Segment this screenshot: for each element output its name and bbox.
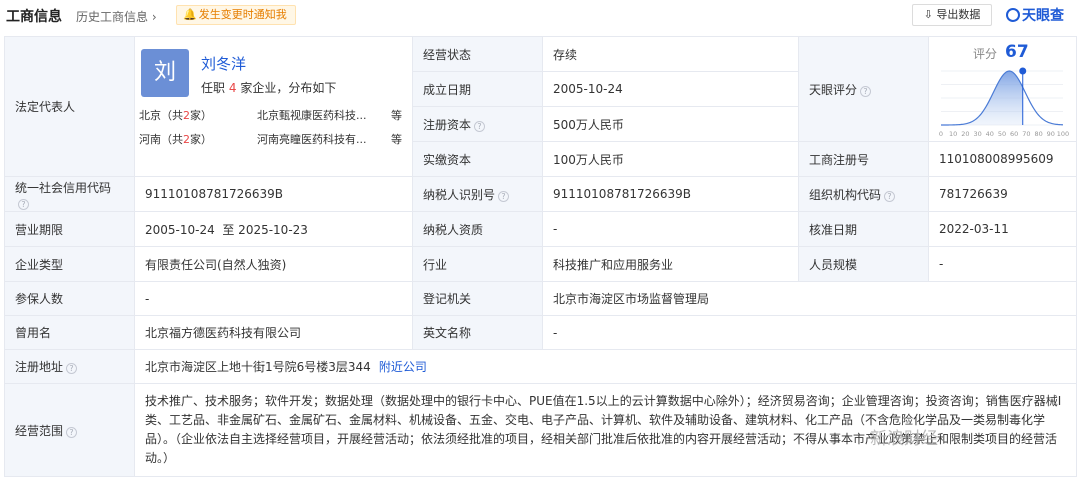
paid-capital-value: 100万人民币 <box>542 141 799 177</box>
tianyan-score-label: 天眼评分? <box>798 36 929 142</box>
taxpayer-qual-label: 纳税人资质 <box>412 211 543 247</box>
tick-label: 100 <box>1057 130 1069 138</box>
tick-label: 50 <box>998 130 1006 138</box>
org-code-label: 组织机构代码? <box>798 176 929 212</box>
term-value: 2005-10-24 至 2025-10-23 <box>134 211 413 247</box>
industry-value: 科技推广和应用服务业 <box>542 246 799 282</box>
credit-code-label: 统一社会信用代码? <box>4 176 135 212</box>
biz-reg-no-label: 工商注册号 <box>798 141 929 177</box>
former-name-label: 曾用名 <box>4 315 135 350</box>
industry-label: 行业 <box>412 246 543 282</box>
found-date-label: 成立日期 <box>412 71 543 107</box>
former-name-value: 北京福方德医药科技有限公司 <box>134 315 413 350</box>
help-icon[interactable]: ? <box>860 85 872 97</box>
english-name-value: - <box>542 315 1077 350</box>
org-code-value: 781726639 <box>928 176 1077 212</box>
score-distribution-chart: 0 10 20 30 40 50 60 70 80 90 100 <box>939 67 1069 138</box>
help-icon[interactable]: ? <box>18 198 29 210</box>
taxpayer-id-label: 纳税人识别号? <box>412 176 543 212</box>
reg-capital-label: 注册资本? <box>412 106 543 142</box>
insured-label: 参保人数 <box>4 281 135 316</box>
tick-label: 70 <box>1022 130 1030 138</box>
taxpayer-qual-value: - <box>542 211 799 247</box>
chevron-right-icon: › <box>151 10 157 24</box>
tianyancha-logo[interactable]: 天眼查 <box>1006 5 1064 25</box>
approve-date-value: 2022-03-11 <box>928 211 1077 247</box>
legal-rep-cell: 刘 刘冬洋 任职 4 家企业，分布如下 北京（共2家） 北京甄视康医药科技...… <box>134 36 413 177</box>
credit-code-value: 91110108781726639B <box>134 176 413 212</box>
region-company-link[interactable]: 北京甄视康医药科技... <box>257 107 367 123</box>
legal-rep-summary: 任职 4 家企业，分布如下 <box>201 80 337 95</box>
help-icon[interactable]: ? <box>498 190 510 202</box>
business-info-table: 法定代表人 刘 刘冬洋 任职 4 家企业，分布如下 北京（共2家） 北京甄视康医… <box>4 36 1077 477</box>
found-date-value: 2005-10-24 <box>542 71 799 107</box>
tick-label: 40 <box>986 130 994 138</box>
region-row-henan: 河南（共2家） 河南亮瞳医药科技有... 等 <box>139 132 402 146</box>
download-icon: ⇩ <box>923 8 933 21</box>
legal-rep-label: 法定代表人 <box>4 36 135 177</box>
english-name-label: 英文名称 <box>412 315 543 350</box>
staff-size-label: 人员规模 <box>798 246 929 282</box>
taxpayer-id-value: 91110108781726639B <box>542 176 799 212</box>
ent-type-value: 有限责任公司(自然人独资) <box>134 246 413 282</box>
tick-label: 0 <box>939 130 943 138</box>
tick-label: 80 <box>1034 130 1042 138</box>
tick-label: 60 <box>1010 130 1018 138</box>
help-icon[interactable]: ? <box>474 120 486 132</box>
region-company-link[interactable]: 河南亮瞳医药科技有... <box>257 131 367 147</box>
tick-label: 20 <box>961 130 969 138</box>
avatar[interactable]: 刘 <box>141 48 189 97</box>
help-icon[interactable]: ? <box>66 426 78 438</box>
nearby-companies-link[interactable]: 附近公司 <box>379 360 427 374</box>
approve-date-label: 核准日期 <box>798 211 929 247</box>
header: 工商信息 历史工商信息 › 🔔 发生变更时通知我 ⇩ 导出数据 天眼查 <box>0 0 1080 32</box>
reg-capital-value: 500万人民币 <box>542 106 799 142</box>
insured-value: - <box>134 281 413 316</box>
history-link[interactable]: 历史工商信息 › <box>76 8 157 25</box>
region-row-beijing: 北京（共2家） 北京甄视康医药科技... 等 <box>139 108 402 122</box>
reg-authority-label: 登记机关 <box>412 281 543 316</box>
staff-size-value: - <box>928 246 1077 282</box>
logo-eye-icon <box>1006 8 1020 22</box>
help-icon[interactable]: ? <box>884 190 896 202</box>
scope-label: 经营范围? <box>4 383 135 477</box>
notify-button[interactable]: 🔔 发生变更时通知我 <box>176 5 296 25</box>
tick-label: 30 <box>973 130 981 138</box>
page-title: 工商信息 <box>6 9 62 25</box>
tianyan-score-cell[interactable]: 评分 67 0 10 20 30 40 50 60 70 80 90 100 <box>928 36 1077 142</box>
status-label: 经营状态 <box>412 36 543 72</box>
score-value: 67 <box>1005 42 1029 62</box>
biz-reg-no-value: 110108008995609 <box>928 141 1077 177</box>
reg-authority-value: 北京市海淀区市场监督管理局 <box>542 281 1077 316</box>
paid-capital-label: 实缴资本 <box>412 141 543 177</box>
address-value: 北京市海淀区上地十街1号院6号楼3层344 附近公司 <box>134 349 1077 384</box>
export-button[interactable]: ⇩ 导出数据 <box>912 4 992 26</box>
address-label: 注册地址? <box>4 349 135 384</box>
legal-rep-name[interactable]: 刘冬洋 <box>201 53 246 74</box>
status-value: 存续 <box>542 36 799 72</box>
tick-label: 10 <box>949 130 957 138</box>
watermark: 新浪财经 <box>870 429 938 449</box>
term-label: 营业期限 <box>4 211 135 247</box>
ent-type-label: 企业类型 <box>4 246 135 282</box>
score-marker-dot <box>1019 67 1027 75</box>
tick-label: 90 <box>1047 130 1055 138</box>
help-icon[interactable]: ? <box>66 363 78 374</box>
bell-icon: 🔔 <box>183 8 197 21</box>
